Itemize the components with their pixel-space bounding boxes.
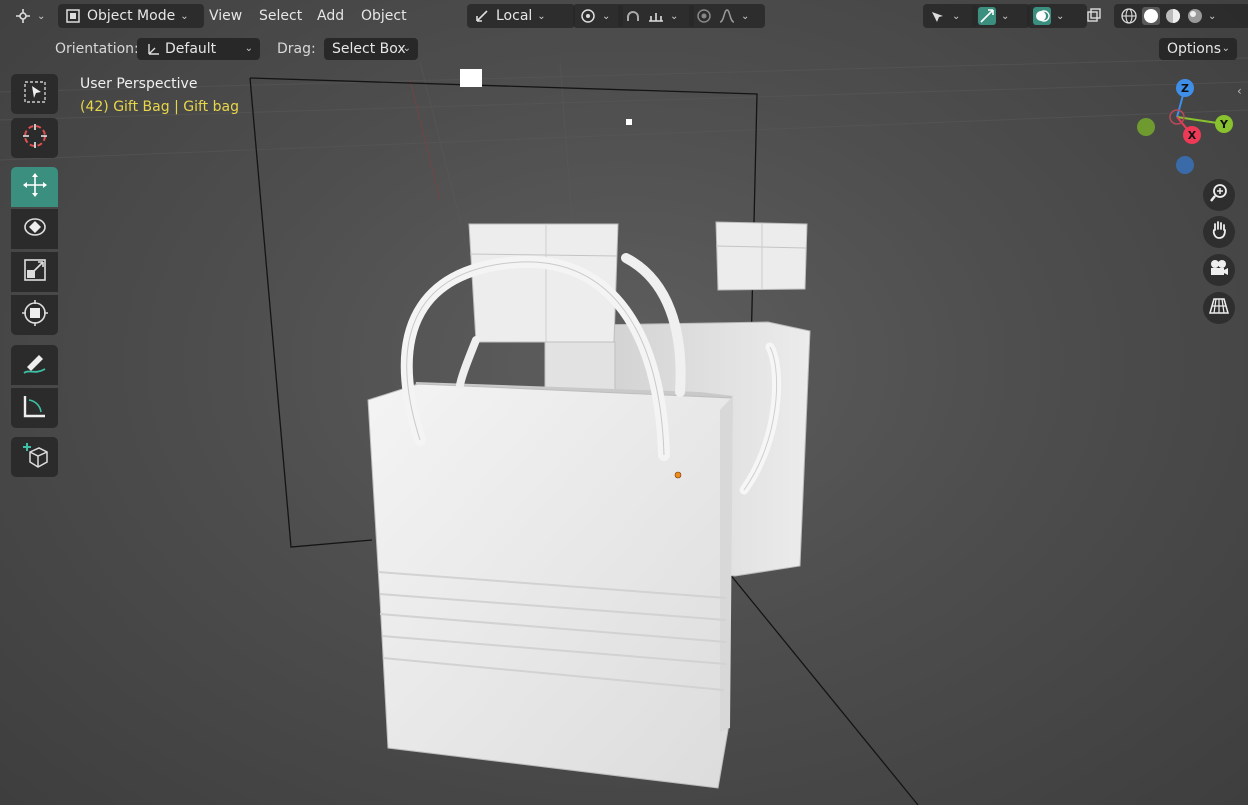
chevron-down-icon: ⌄ [537,10,546,22]
chevron-down-icon: ⌄ [1056,10,1065,22]
grid-perspective-icon [1209,296,1229,320]
gizmo-toggle[interactable]: ⌄ [972,4,1030,28]
active-object-info: (42) Gift Bag | Gift bag [80,99,239,115]
gizmo-neg-z[interactable] [1176,156,1194,174]
orientation-axes-icon [145,40,163,58]
viewport-scene[interactable] [0,0,1248,805]
gizmo-z-label: Z [1181,82,1189,95]
annotate-icon [21,349,49,381]
shading-mode-group[interactable]: ⌄ [1114,4,1248,28]
move-tool[interactable] [11,167,58,207]
overlays-toggle[interactable]: ⌄ [1027,4,1087,28]
measure-tool[interactable] [11,388,58,428]
zoom-icon [1209,183,1229,207]
drag-value: Select Box [332,41,406,57]
zoom-button[interactable] [1203,179,1235,211]
pivot-point-selector[interactable]: ⌄ [573,4,623,28]
chevron-down-icon: ⌄ [402,43,411,54]
light-object[interactable] [460,69,482,87]
sidebar-toggle-chevron-icon[interactable]: ‹ [1237,84,1242,98]
scale-icon [22,257,48,287]
chevron-down-icon: ⌄ [244,43,253,54]
hand-icon [1209,220,1229,244]
chevron-down-icon: ⌄ [1001,10,1010,22]
blender-3d-viewport[interactable]: ⌄ Object Mode ⌄ View Select Add Object L… [0,0,1248,805]
editor-type-button[interactable]: ⌄ [14,4,45,28]
gizmo-x-label: X [1188,129,1197,142]
cursor-icon [21,122,49,154]
perspective-toggle-button[interactable] [1203,292,1235,324]
cursor-tool[interactable] [11,118,58,158]
cursor-arrow-icon [929,7,947,25]
proportional-editing-group[interactable]: ⌄ [689,4,765,28]
menu-object[interactable]: Object [361,4,407,28]
drag-dropdown[interactable]: Select Box ⌄ [324,38,418,60]
pivot-icon [579,7,597,25]
perspective-label: User Perspective [80,76,198,92]
viewport-header: ⌄ Object Mode ⌄ View Select Add Object L… [0,0,1248,33]
add-cube-icon [20,440,50,474]
options-dropdown[interactable]: Options ⌄ [1159,38,1237,60]
transform-tool[interactable] [11,295,58,335]
local-axes-icon [473,7,491,25]
move-icon [21,171,49,203]
menu-select[interactable]: Select [259,4,302,28]
add-cube-tool[interactable] [11,437,58,477]
snapping-group[interactable]: ⌄ [618,4,694,28]
select-box-tool[interactable] [11,74,58,114]
gizmo-y-label: Y [1219,118,1229,131]
gizmo-icon[interactable] [978,7,996,25]
select-box-icon [22,79,48,109]
drag-label: Drag: [277,41,316,57]
scale-tool[interactable] [11,252,58,292]
gift-box-large[interactable] [468,223,619,391]
orientation-value: Default [165,41,217,57]
proportional-editing-icon[interactable] [695,7,713,25]
transform-orientation-selector[interactable]: Local ⌄ [467,4,575,28]
chevron-down-icon: ⌄ [180,10,189,22]
orientation-label: Orientation: [55,41,139,57]
overlays-icon[interactable] [1033,7,1051,25]
object-mode-icon [64,7,82,25]
chevron-down-icon: ⌄ [670,10,679,22]
gizmo-neg-y[interactable] [1137,118,1155,136]
chevron-down-icon: ⌄ [1208,10,1217,22]
magnet-icon[interactable] [624,7,642,25]
rendered-shading-icon[interactable] [1186,7,1204,25]
light-point[interactable] [626,119,632,125]
options-label: Options [1167,41,1222,57]
mode-label: Object Mode [87,8,176,24]
transform-icon [21,299,49,331]
chevron-down-icon: ⌄ [1221,43,1230,54]
wireframe-shading-icon[interactable] [1120,7,1138,25]
mode-selector[interactable]: Object Mode ⌄ [58,4,204,28]
annotate-tool[interactable] [11,345,58,385]
chevron-down-icon: ⌄ [741,10,750,22]
chevron-down-icon: ⌄ [952,10,961,22]
transform-orientation-label: Local [496,8,533,24]
gift-box-small[interactable] [715,221,808,291]
chevron-down-icon: ⌄ [602,10,611,22]
pan-button[interactable] [1203,216,1235,248]
camera-view-button[interactable] [1203,254,1235,286]
navigation-gizmo[interactable]: Z Y X [1130,74,1240,184]
rotate-icon [21,213,49,245]
camera-icon [1208,258,1230,282]
chevron-down-icon: ⌄ [37,10,46,22]
rotate-tool[interactable] [11,209,58,249]
measure-icon [21,392,49,424]
menu-view[interactable]: View [209,4,242,28]
orientation-dropdown[interactable]: Default ⌄ [137,38,260,60]
falloff-curve-icon[interactable] [718,7,736,25]
snap-increment-icon[interactable] [647,7,665,25]
material-preview-icon[interactable] [1164,7,1182,25]
xray-toggle[interactable] [1085,4,1109,28]
menu-add[interactable]: Add [317,4,344,28]
editor-type-icon [14,7,32,25]
selectability-visibility-button[interactable]: ⌄ [923,4,977,28]
solid-shading-icon[interactable] [1142,7,1160,25]
xray-icon [1085,7,1103,25]
object-origin[interactable] [674,471,682,479]
